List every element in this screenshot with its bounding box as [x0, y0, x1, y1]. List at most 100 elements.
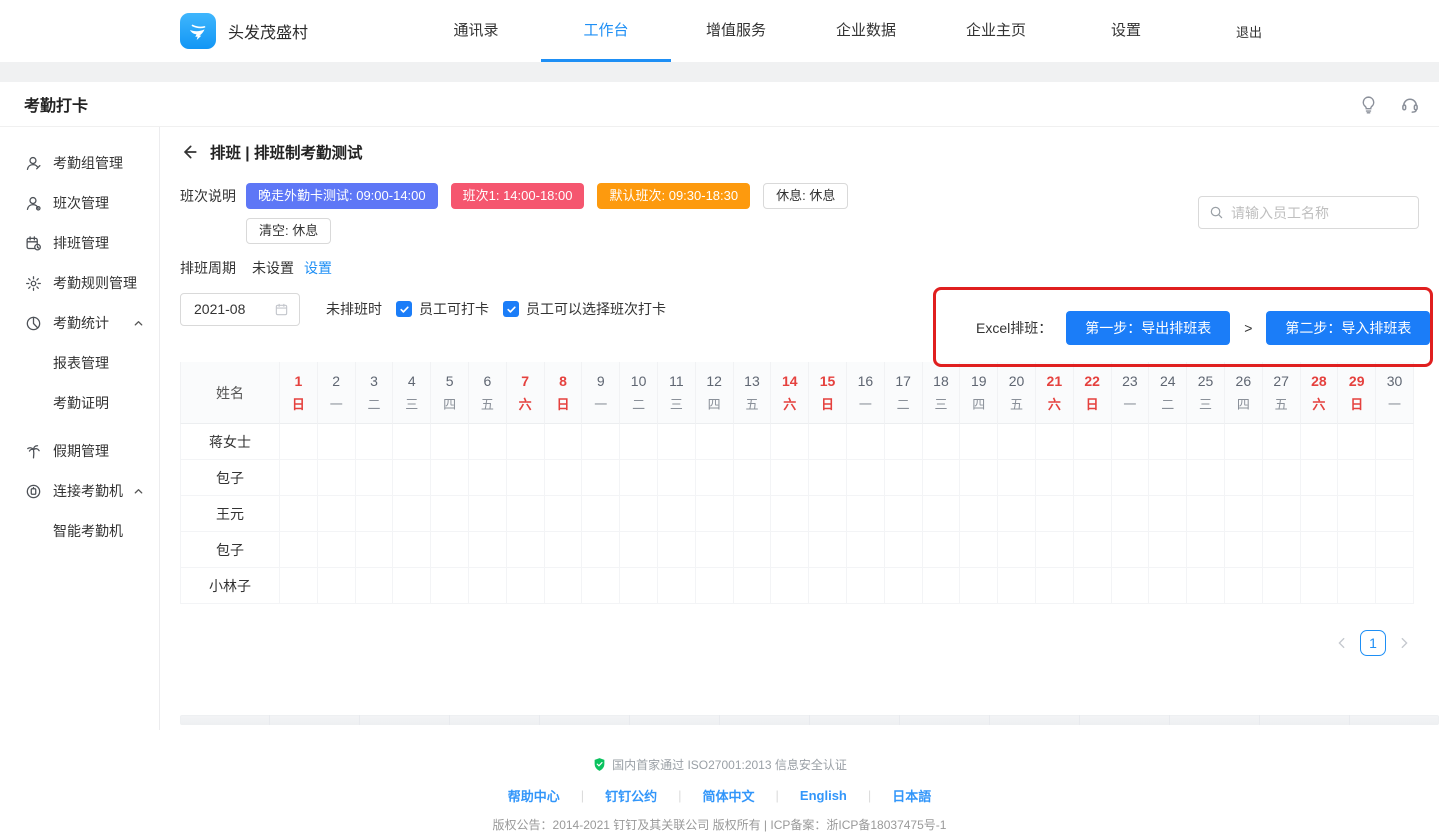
- nav-tab-6[interactable]: 设置: [1061, 0, 1191, 62]
- schedule-cell[interactable]: [620, 568, 658, 604]
- schedule-cell[interactable]: [1376, 568, 1414, 604]
- export-schedule-button[interactable]: 第一步：导出排班表: [1066, 311, 1230, 345]
- schedule-cell[interactable]: [771, 424, 809, 460]
- schedule-cell[interactable]: [696, 532, 734, 568]
- schedule-cell[interactable]: [280, 568, 318, 604]
- schedule-cell[interactable]: [1149, 424, 1187, 460]
- schedule-cell[interactable]: [960, 532, 998, 568]
- checkbox-allow-punch-label[interactable]: 员工可打卡: [419, 299, 489, 319]
- schedule-cell[interactable]: [280, 532, 318, 568]
- schedule-cell[interactable]: [1074, 532, 1112, 568]
- schedule-cell[interactable]: [658, 496, 696, 532]
- schedule-cell[interactable]: [734, 532, 772, 568]
- schedule-cell[interactable]: [1301, 532, 1339, 568]
- schedule-cell[interactable]: [809, 496, 847, 532]
- schedule-cell[interactable]: [1149, 568, 1187, 604]
- schedule-cell[interactable]: [847, 424, 885, 460]
- chevron-up-icon[interactable]: [133, 486, 144, 497]
- back-arrow-icon[interactable]: [180, 142, 200, 162]
- schedule-cell[interactable]: [1225, 532, 1263, 568]
- schedule-cell[interactable]: [431, 532, 469, 568]
- schedule-cell[interactable]: [885, 496, 923, 532]
- schedule-cell[interactable]: [696, 568, 734, 604]
- schedule-cell[interactable]: [1301, 496, 1339, 532]
- schedule-cell[interactable]: [658, 532, 696, 568]
- schedule-cell[interactable]: [620, 496, 658, 532]
- schedule-cell[interactable]: [545, 568, 583, 604]
- schedule-cell[interactable]: [393, 496, 431, 532]
- schedule-cell[interactable]: [507, 496, 545, 532]
- schedule-cell[interactable]: [809, 532, 847, 568]
- horizontal-scrollbar[interactable]: [180, 715, 1439, 725]
- schedule-cell[interactable]: [356, 424, 394, 460]
- schedule-cell[interactable]: [1036, 532, 1074, 568]
- schedule-cell[interactable]: [923, 568, 961, 604]
- schedule-cell[interactable]: [1338, 424, 1376, 460]
- schedule-cell[interactable]: [393, 568, 431, 604]
- schedule-cell[interactable]: [1187, 424, 1225, 460]
- schedule-cell[interactable]: [280, 460, 318, 496]
- schedule-cell[interactable]: [923, 532, 961, 568]
- footer-link-4[interactable]: English: [800, 788, 847, 803]
- schedule-cell[interactable]: [885, 460, 923, 496]
- logout-button[interactable]: 退出: [1199, 22, 1299, 41]
- nav-tab-3[interactable]: 增值服务: [671, 0, 801, 62]
- employee-search[interactable]: [1198, 196, 1419, 229]
- schedule-cell[interactable]: [809, 460, 847, 496]
- schedule-cell[interactable]: [1036, 496, 1074, 532]
- schedule-cell[interactable]: [696, 496, 734, 532]
- schedule-cell[interactable]: [356, 568, 394, 604]
- schedule-cell[interactable]: [923, 496, 961, 532]
- lightbulb-icon[interactable]: [1357, 93, 1379, 115]
- schedule-cell[interactable]: [809, 568, 847, 604]
- footer-link-2[interactable]: 钉钉公约: [605, 786, 657, 805]
- schedule-cell[interactable]: [318, 568, 356, 604]
- footer-link-5[interactable]: 日本語: [892, 786, 931, 805]
- prev-page-icon[interactable]: [1335, 636, 1349, 650]
- schedule-cell[interactable]: [582, 424, 620, 460]
- month-picker[interactable]: 2021-08: [180, 293, 300, 326]
- schedule-cell[interactable]: [734, 568, 772, 604]
- schedule-cell[interactable]: [507, 532, 545, 568]
- schedule-cell[interactable]: [658, 424, 696, 460]
- schedule-cell[interactable]: [1338, 568, 1376, 604]
- schedule-cell[interactable]: [356, 496, 394, 532]
- schedule-cell[interactable]: [960, 568, 998, 604]
- schedule-cell[interactable]: [545, 532, 583, 568]
- schedule-cell[interactable]: [545, 496, 583, 532]
- schedule-cell[interactable]: [847, 532, 885, 568]
- schedule-cell[interactable]: [1338, 460, 1376, 496]
- schedule-cell[interactable]: [1187, 532, 1225, 568]
- schedule-cell[interactable]: [1225, 568, 1263, 604]
- schedule-cell[interactable]: [1036, 460, 1074, 496]
- schedule-cell[interactable]: [1036, 424, 1074, 460]
- nav-tab-2[interactable]: 工作台: [541, 0, 671, 62]
- schedule-cell[interactable]: [771, 532, 809, 568]
- nav-tab-5[interactable]: 企业主页: [931, 0, 1061, 62]
- schedule-cell[interactable]: [1149, 496, 1187, 532]
- schedule-cell[interactable]: [658, 460, 696, 496]
- sidebar-item-6[interactable]: 报表管理: [0, 343, 159, 383]
- schedule-cell[interactable]: [582, 460, 620, 496]
- footer-link-1[interactable]: 帮助中心: [508, 786, 560, 805]
- schedule-cell[interactable]: [1112, 568, 1150, 604]
- schedule-cell[interactable]: [847, 496, 885, 532]
- schedule-cell[interactable]: [960, 496, 998, 532]
- schedule-cell[interactable]: [318, 424, 356, 460]
- schedule-cell[interactable]: [1263, 424, 1301, 460]
- schedule-cell[interactable]: [545, 424, 583, 460]
- sidebar-item-7[interactable]: 考勤证明: [0, 383, 159, 423]
- schedule-cell[interactable]: [1301, 568, 1339, 604]
- schedule-cell[interactable]: [1036, 568, 1074, 604]
- schedule-cell[interactable]: [696, 460, 734, 496]
- schedule-cell[interactable]: [923, 424, 961, 460]
- checkbox-choose-shift-label[interactable]: 员工可以选择班次打卡: [526, 299, 666, 319]
- schedule-cell[interactable]: [469, 496, 507, 532]
- sidebar-item-8[interactable]: 假期管理: [0, 431, 159, 471]
- schedule-cell[interactable]: [431, 568, 469, 604]
- schedule-cell[interactable]: [1263, 496, 1301, 532]
- page-number[interactable]: 1: [1360, 630, 1386, 656]
- schedule-cell[interactable]: [582, 532, 620, 568]
- schedule-cell[interactable]: [431, 496, 469, 532]
- schedule-cell[interactable]: [658, 568, 696, 604]
